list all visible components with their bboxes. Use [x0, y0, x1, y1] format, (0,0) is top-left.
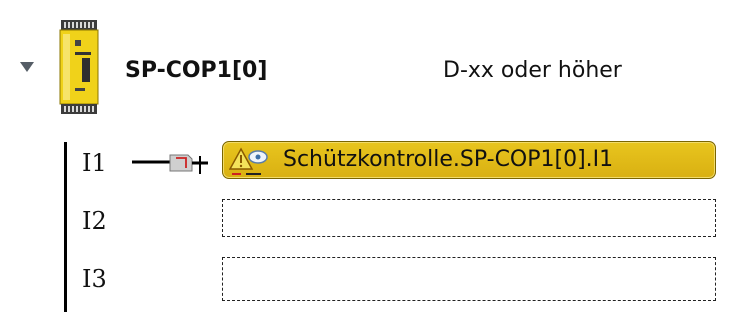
empty-input-slot-i3[interactable] — [222, 257, 716, 301]
safety-module-icon — [59, 20, 99, 114]
input-label-i2: I2 — [82, 207, 107, 235]
empty-input-slot-i2[interactable] — [222, 199, 716, 237]
expand-collapse-arrow-icon[interactable] — [20, 62, 34, 72]
input-label-i3: I3 — [82, 265, 107, 293]
input-label-i1: I1 — [82, 149, 107, 177]
contactor-warning-icon — [229, 147, 268, 175]
tree-connector-line — [64, 142, 67, 312]
assigned-input-label: Schützkontrolle.SP-COP1[0].I1 — [283, 147, 614, 172]
assigned-input-slot-i1[interactable]: Schützkontrolle.SP-COP1[0].I1 — [222, 141, 716, 179]
input-connector-icon — [132, 154, 208, 174]
module-version: D-xx oder höher — [443, 58, 622, 83]
io-tree-view: SP-COP1[0] D-xx oder höher I1 I2 I3 Schü… — [0, 0, 755, 312]
module-name: SP-COP1[0] — [125, 58, 268, 83]
